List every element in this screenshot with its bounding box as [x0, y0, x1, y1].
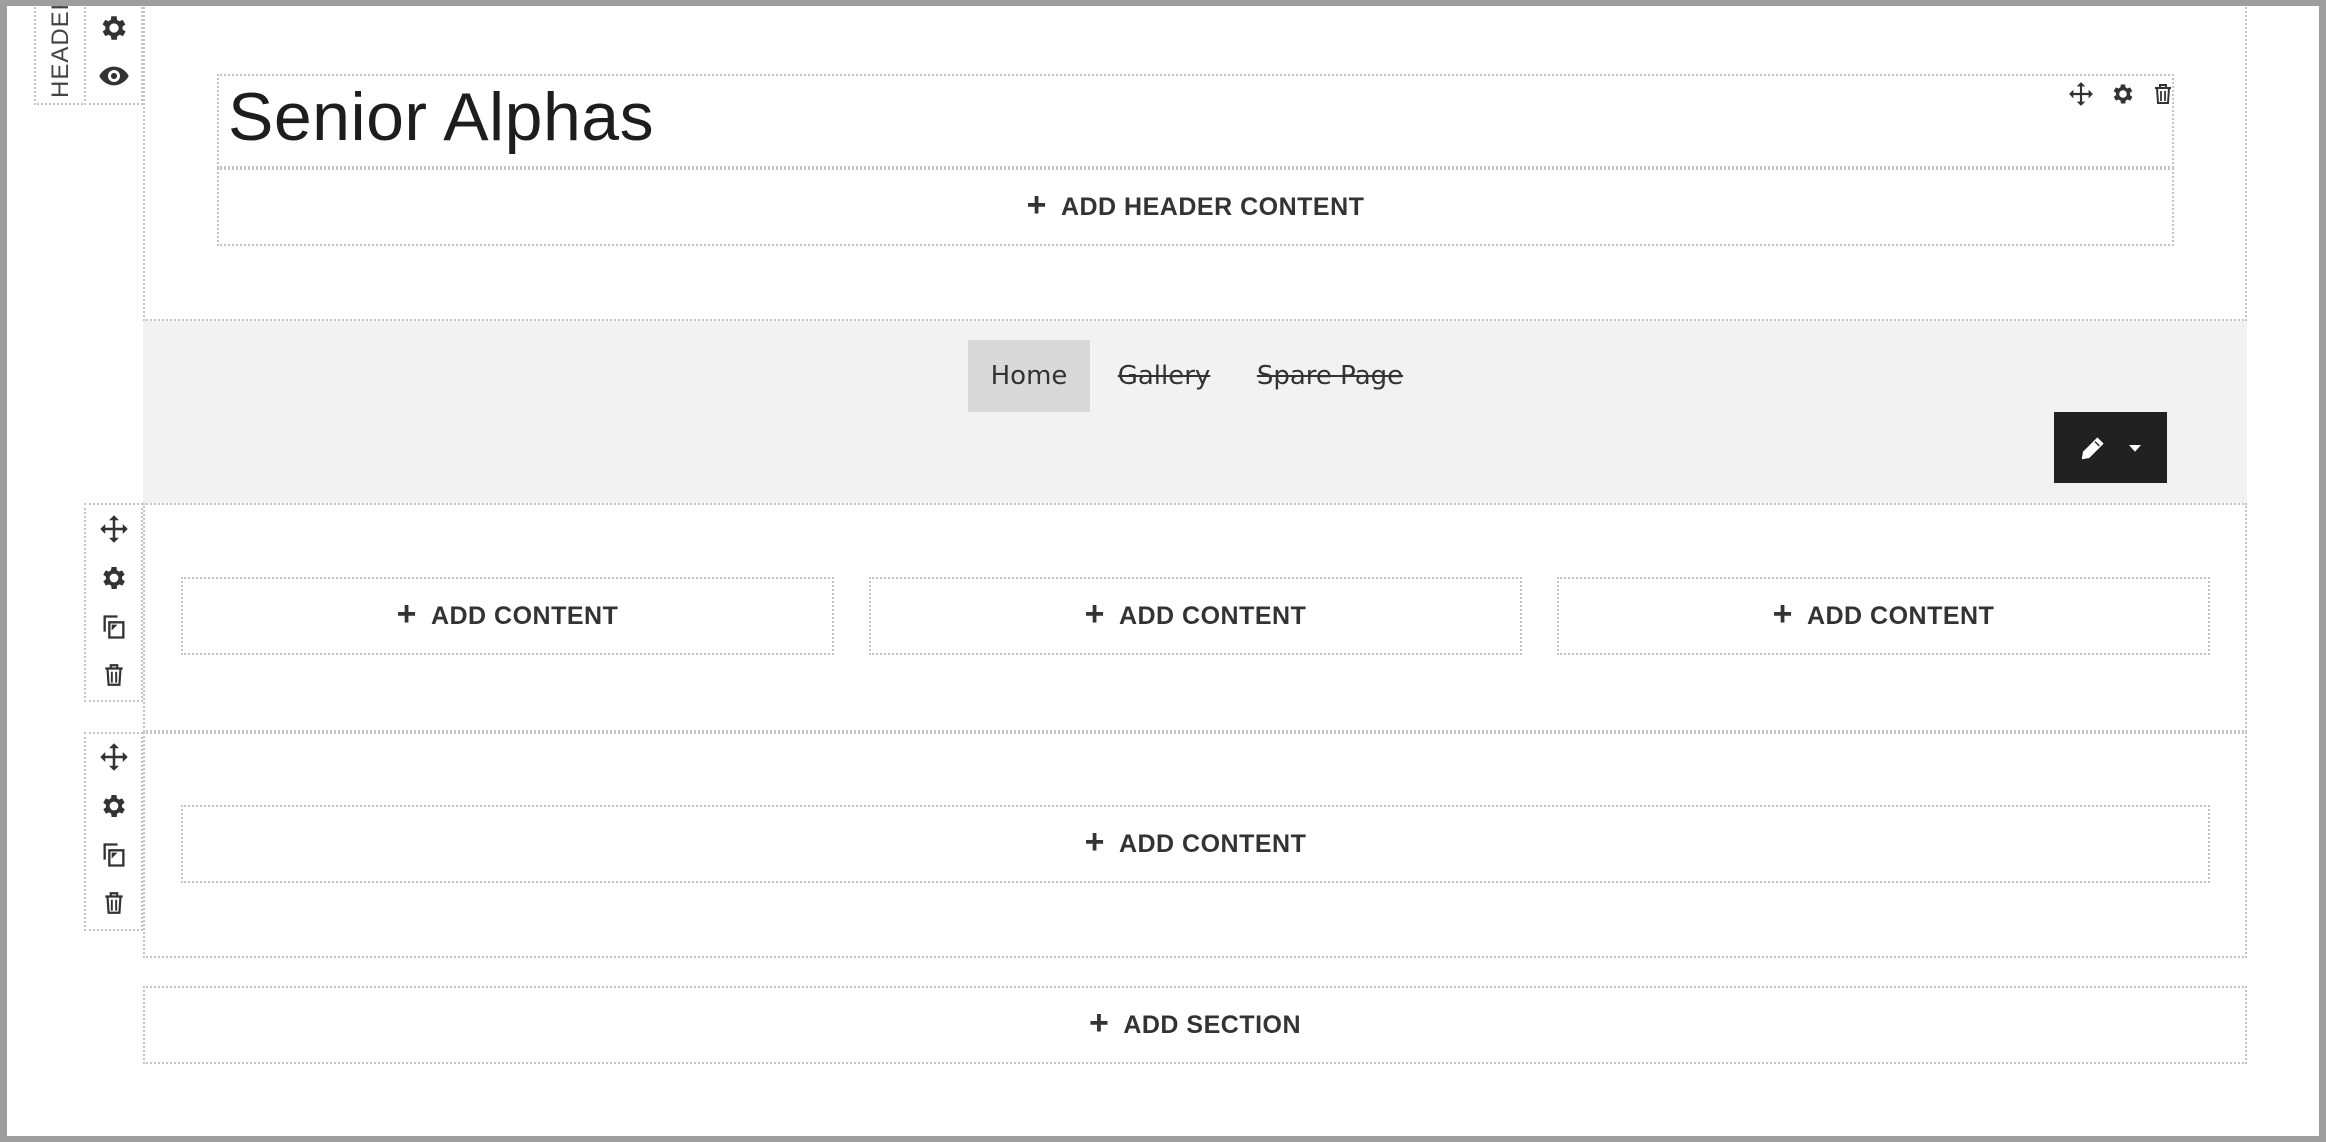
nav-item-spare-page[interactable]: Spare Page — [1255, 340, 1405, 412]
add-content-label: ADD CONTENT — [1806, 601, 1995, 630]
add-content-label: ADD CONTENT — [1118, 829, 1307, 858]
caret-down-icon — [2126, 439, 2144, 457]
pencil-icon — [2078, 433, 2108, 463]
page-title: Senior Alphas — [228, 79, 655, 155]
add-header-content-label: ADD HEADER CONTENT — [1060, 192, 1365, 221]
trash-icon[interactable] — [2151, 81, 2175, 107]
gear-icon[interactable] — [99, 563, 129, 593]
plus-icon: + — [1084, 823, 1105, 861]
add-content-button[interactable]: + ADD CONTENT — [181, 805, 2210, 883]
add-section-button[interactable]: + ADD SECTION — [143, 986, 2247, 1064]
header-vertical-label: HEADER — [47, 0, 74, 98]
nav-item-gallery-label: Gallery — [1117, 361, 1211, 391]
trash-icon[interactable] — [101, 661, 127, 689]
copy-icon[interactable] — [100, 841, 128, 869]
nav-item-gallery[interactable]: Gallery — [1114, 340, 1214, 412]
plus-icon: + — [1084, 595, 1105, 633]
move-icon[interactable] — [99, 742, 129, 772]
gear-icon[interactable] — [98, 12, 130, 44]
gear-icon[interactable] — [2110, 81, 2136, 107]
add-content-button[interactable]: + ADD CONTENT — [869, 577, 1522, 655]
add-content-button[interactable]: + ADD CONTENT — [181, 577, 834, 655]
add-content-label: ADD CONTENT — [1118, 601, 1307, 630]
trash-icon[interactable] — [101, 889, 127, 917]
plus-icon: + — [1026, 186, 1047, 224]
nav-item-spare-page-label: Spare Page — [1256, 361, 1404, 391]
eye-icon[interactable] — [98, 60, 130, 92]
gear-icon[interactable] — [99, 791, 129, 821]
add-header-content-button[interactable]: + ADD HEADER CONTENT — [217, 168, 2174, 246]
add-content-button[interactable]: + ADD CONTENT — [1557, 577, 2210, 655]
copy-icon[interactable] — [100, 613, 128, 641]
nav-item-home-label: Home — [990, 361, 1068, 391]
edit-nav-button[interactable] — [2054, 412, 2167, 483]
move-icon[interactable] — [2068, 81, 2094, 107]
move-icon[interactable] — [99, 514, 129, 544]
plus-icon: + — [1772, 595, 1793, 633]
nav-item-home[interactable]: Home — [968, 340, 1090, 412]
plus-icon: + — [1088, 1004, 1110, 1042]
add-content-label: ADD CONTENT — [430, 601, 619, 630]
plus-icon: + — [396, 595, 417, 633]
add-section-label: ADD SECTION — [1123, 1010, 1302, 1039]
